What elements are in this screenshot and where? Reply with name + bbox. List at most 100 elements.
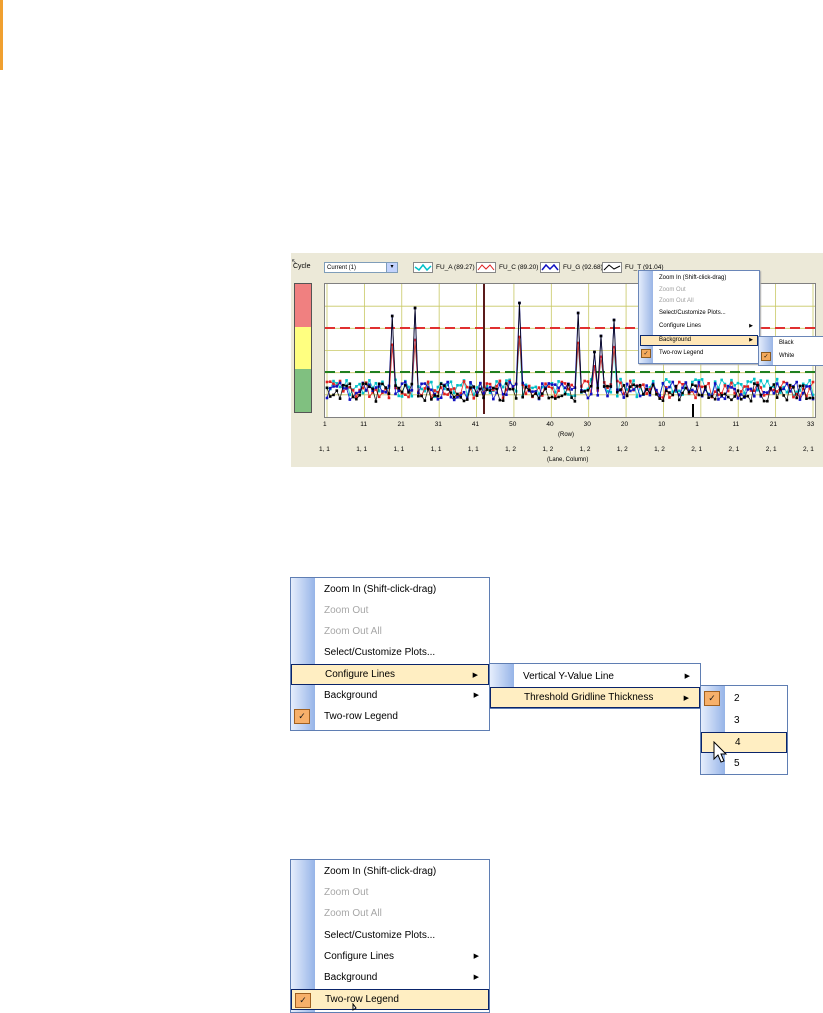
thickness-option-3[interactable]: 3 xyxy=(701,710,787,731)
data-point xyxy=(439,396,443,400)
data-point xyxy=(723,384,727,387)
data-point xyxy=(645,392,648,395)
data-point xyxy=(534,385,538,389)
legend-item-g[interactable]: FU_G (92.68) xyxy=(540,261,603,274)
data-point xyxy=(798,398,802,401)
menu-item-zoom-in[interactable]: Zoom In (Shift-click-drag) xyxy=(659,273,726,284)
data-point xyxy=(785,390,789,394)
data-point xyxy=(449,388,453,391)
lane-tick-label: 1, 2 xyxy=(579,446,591,453)
thickness-option-2[interactable]: ✓ 2 xyxy=(701,688,787,709)
data-point xyxy=(739,390,743,393)
data-point xyxy=(452,391,456,395)
data-point xyxy=(752,377,756,381)
data-point xyxy=(785,398,789,402)
data-point xyxy=(749,387,753,391)
data-point xyxy=(730,398,733,402)
data-point xyxy=(733,395,737,398)
context-menu-2: Zoom In (Shift-click-drag) Zoom Out Zoom… xyxy=(290,577,490,731)
row-tick-label: 21 xyxy=(769,421,777,428)
data-point xyxy=(361,391,365,395)
data-point xyxy=(632,383,635,387)
data-point xyxy=(635,395,639,399)
data-point xyxy=(713,397,717,401)
menu-item-two-row-legend[interactable]: ✓ Two-row Legend xyxy=(291,706,489,727)
chevron-down-icon[interactable]: ▾ xyxy=(386,263,397,272)
menu-item-background[interactable]: Background ▶ xyxy=(291,967,489,988)
menu-item-two-row-legend[interactable]: Two-row Legend xyxy=(659,348,703,359)
lane-tick-label: 1, 1 xyxy=(467,446,479,453)
data-point xyxy=(364,389,368,392)
data-point xyxy=(632,388,635,391)
data-point xyxy=(325,380,329,384)
data-point xyxy=(743,385,746,388)
data-point xyxy=(576,311,580,315)
data-point xyxy=(436,385,440,389)
data-point xyxy=(508,380,511,384)
data-point xyxy=(544,382,547,386)
check-icon: ✓ xyxy=(704,691,720,706)
data-point xyxy=(433,394,436,397)
menu-item-select-customize[interactable]: Select/Customize Plots... xyxy=(659,308,726,319)
data-point xyxy=(446,380,449,384)
data-point xyxy=(811,396,815,400)
data-point xyxy=(462,380,466,383)
data-point xyxy=(452,398,456,402)
data-point xyxy=(762,394,766,397)
menu-item-zoom-out[interactable]: Zoom Out xyxy=(659,285,686,296)
menu-item-select-customize[interactable]: Select/Customize Plots... xyxy=(291,642,489,663)
data-point xyxy=(752,382,756,385)
cycle-select[interactable]: Current (1) ▾ xyxy=(324,262,398,273)
legend-item-a[interactable]: FU_A (89.27) xyxy=(413,261,475,274)
data-point xyxy=(622,396,626,399)
menu-item-black[interactable]: Black xyxy=(779,340,794,346)
menu-item-vertical-y-value-line[interactable]: Vertical Y-Value Line ▶ xyxy=(490,666,700,687)
data-point xyxy=(384,386,388,389)
check-icon: ✓ xyxy=(294,709,310,724)
data-point xyxy=(717,398,720,401)
data-point xyxy=(332,393,335,397)
data-point xyxy=(615,390,619,394)
heat-band-green xyxy=(295,369,311,412)
data-point xyxy=(664,378,668,381)
menu-item-two-row-legend[interactable]: ✓ Two-row Legend xyxy=(291,989,489,1010)
menu-item-select-customize[interactable]: Select/Customize Plots... xyxy=(291,925,489,946)
legend-item-c[interactable]: FU_C (89.20) xyxy=(476,261,538,274)
data-point xyxy=(694,396,697,400)
menu-item-zoom-in[interactable]: Zoom In (Shift-click-drag) xyxy=(291,579,489,600)
menu-item-configure-lines[interactable]: Configure Lines ▶ xyxy=(291,664,489,685)
menu-item-threshold-gridline-thickness[interactable]: Threshold Gridline Thickness ▶ xyxy=(490,687,700,708)
menu-item-configure-lines[interactable]: Configure Lines xyxy=(659,321,701,332)
menu-item-zoom-out-all[interactable]: Zoom Out All xyxy=(659,296,694,307)
data-point xyxy=(505,379,508,382)
data-point xyxy=(492,386,495,390)
menu-item-zoom-out-all[interactable]: Zoom Out All xyxy=(291,621,489,642)
background-submenu: Black ✓ White xyxy=(758,336,823,366)
data-point xyxy=(746,380,750,383)
menu-item-background[interactable]: Background ▶ xyxy=(291,685,489,706)
data-point xyxy=(713,390,717,393)
menu-item-configure-lines[interactable]: Configure Lines ▶ xyxy=(291,946,489,967)
data-point xyxy=(345,384,348,388)
data-point xyxy=(479,381,482,385)
data-point xyxy=(475,394,479,397)
menu-item-zoom-in[interactable]: Zoom In (Shift-click-drag) xyxy=(291,861,489,882)
row-tick-label: 21 xyxy=(397,421,405,428)
legend-swatch-icon xyxy=(602,262,622,273)
menu-item-background[interactable]: Background xyxy=(659,335,691,346)
data-point xyxy=(436,394,440,398)
menu-item-zoom-out-all[interactable]: Zoom Out All xyxy=(291,903,489,924)
data-point xyxy=(743,395,746,398)
data-point xyxy=(397,394,401,398)
data-point xyxy=(772,383,776,386)
data-point xyxy=(488,389,492,392)
data-point xyxy=(589,392,593,396)
data-point xyxy=(596,394,600,397)
data-point xyxy=(374,386,378,389)
menu-item-white[interactable]: White xyxy=(779,353,794,359)
menu-item-label: Zoom Out All xyxy=(324,908,382,919)
data-point xyxy=(567,393,570,396)
menu-item-zoom-out[interactable]: Zoom Out xyxy=(291,882,489,903)
menu-item-zoom-out[interactable]: Zoom Out xyxy=(291,600,489,621)
data-point xyxy=(430,388,433,392)
